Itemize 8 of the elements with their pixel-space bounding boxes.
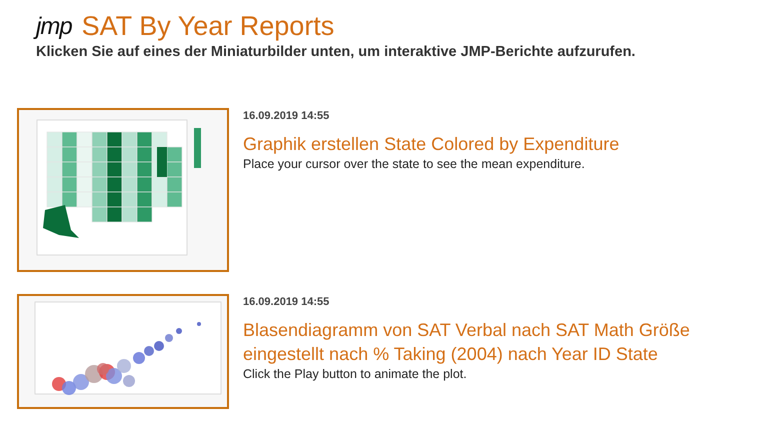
- report-description: Place your cursor over the state to see the mean expenditure.: [243, 157, 586, 171]
- instructions: Klicken Sie auf eines der Miniaturbilder unten, um interaktive JMP-Berichte aufzurufen.: [36, 44, 636, 60]
- report-link[interactable]: Blasendiagramm von SAT Verbal nach SAT Math Größe eingestellt nach % Taking (2004) nach Year ID State: [243, 318, 773, 366]
- report-description: Click the Play button to animate the plot.: [243, 367, 468, 381]
- report-date: 16.09.2019 14:55: [243, 110, 330, 122]
- page-title: SAT By Year Reports: [82, 10, 334, 42]
- report-link[interactable]: Graphik erstellen State Colored by Expenditure: [243, 132, 773, 156]
- report-date: 16.09.2019 14:55: [243, 296, 330, 308]
